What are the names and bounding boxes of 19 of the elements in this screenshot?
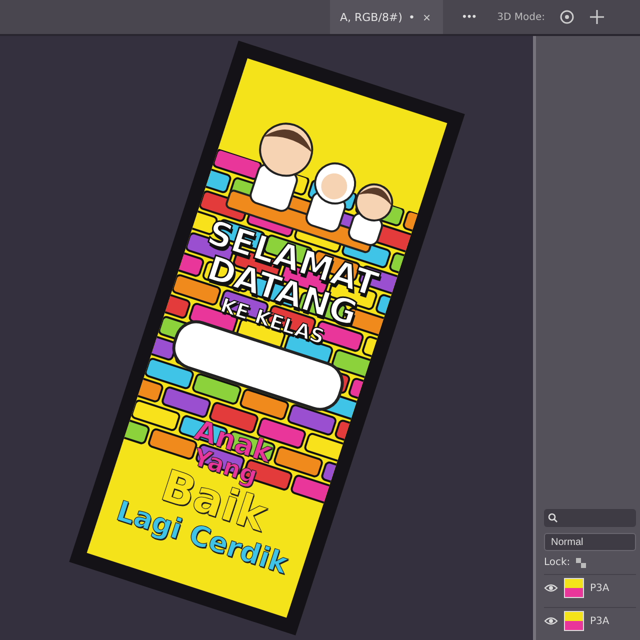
document-tab-title: A, RGB/8#): [340, 10, 402, 24]
lock-grid-icon[interactable]: [576, 558, 586, 568]
eye-icon[interactable]: [544, 583, 558, 593]
lock-label: Lock:: [544, 557, 570, 568]
layer-thumbnail: [564, 578, 584, 598]
blend-mode-select[interactable]: Normal: [544, 533, 636, 551]
layer-row[interactable]: P3A: [544, 574, 636, 601]
search-field[interactable]: [544, 509, 636, 527]
close-button[interactable]: ×: [420, 10, 433, 24]
layer-row[interactable]: P3A: [544, 607, 636, 634]
search-icon: [548, 513, 558, 523]
document-tab[interactable]: A, RGB/8#) • ×: [330, 0, 443, 34]
modified-mark: •: [408, 10, 415, 24]
eye-icon[interactable]: [544, 616, 558, 626]
mode-label: 3D Mode:: [497, 12, 545, 22]
more-button[interactable]: •••: [456, 10, 484, 24]
layer-thumbnail: [564, 611, 584, 631]
layer-name: P3A: [590, 616, 610, 626]
layer-name: P3A: [590, 582, 610, 594]
